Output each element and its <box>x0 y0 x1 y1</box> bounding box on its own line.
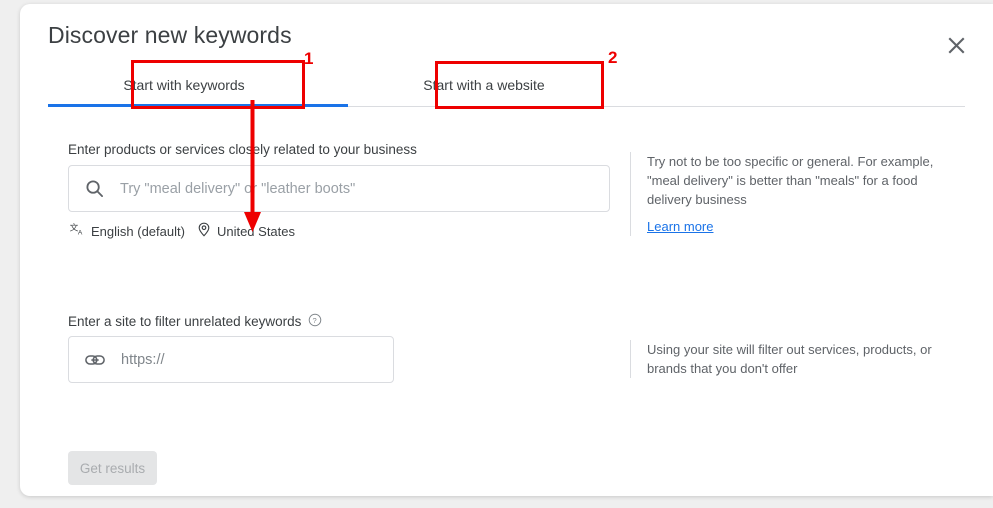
tab-bar: Start with keywords Start with a website <box>48 61 965 109</box>
help-circle-icon[interactable]: ? <box>308 313 322 330</box>
location-selector[interactable]: United States <box>195 221 297 241</box>
site-field-label: Enter a site to filter unrelated keyword… <box>68 314 302 329</box>
location-value: United States <box>216 223 295 239</box>
keywords-helper-panel: Try not to be too specific or general. F… <box>630 152 950 236</box>
svg-text:?: ? <box>313 316 317 325</box>
page-title: Discover new keywords <box>48 22 292 48</box>
search-input[interactable] <box>118 179 597 198</box>
tab-label: Start with keywords <box>123 77 245 93</box>
keywords-input-container[interactable] <box>68 165 610 212</box>
tab-label: Start with a website <box>423 77 545 93</box>
location-pin-icon <box>197 222 211 240</box>
translate-icon: 文 A <box>70 221 85 240</box>
tab-active-indicator <box>48 104 348 107</box>
language-selector[interactable]: 文 A English (default) <box>68 221 187 241</box>
get-results-button[interactable]: Get results <box>68 451 157 485</box>
keywords-helper-text: Try not to be too specific or general. F… <box>647 154 934 207</box>
search-icon <box>85 179 104 198</box>
site-helper-text: Using your site will filter out services… <box>647 342 932 376</box>
site-field-label-row: Enter a site to filter unrelated keyword… <box>68 313 322 330</box>
discover-keywords-dialog: Discover new keywords Start with keyword… <box>20 4 993 496</box>
keywords-field-label: Enter products or services closely relat… <box>68 142 417 157</box>
site-helper-panel: Using your site will filter out services… <box>630 340 950 378</box>
learn-more-link[interactable]: Learn more <box>647 219 713 234</box>
tab-start-with-a-website[interactable]: Start with a website <box>348 61 620 109</box>
link-icon <box>85 353 105 367</box>
language-value: English (default) <box>91 223 185 239</box>
tab-start-with-keywords[interactable]: Start with keywords <box>48 61 320 109</box>
close-icon <box>948 37 965 54</box>
keywords-settings-row: 文 A English (default) United States <box>68 221 297 241</box>
close-button[interactable] <box>941 30 971 60</box>
site-url-input[interactable] <box>119 350 381 369</box>
svg-text:A: A <box>78 230 83 237</box>
site-input-container[interactable] <box>68 336 394 383</box>
